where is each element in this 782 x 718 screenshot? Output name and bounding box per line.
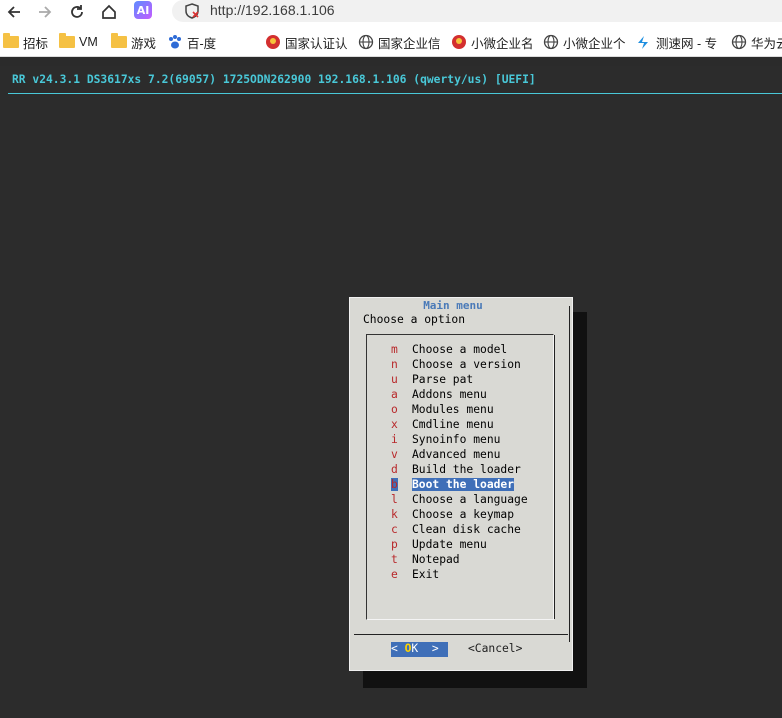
menu-item-label: Parse pat — [412, 373, 474, 386]
bookmark-label: 华为云 — [751, 36, 782, 51]
menu-item-label: Choose a keymap — [412, 508, 515, 521]
bookmark-item[interactable]: 小微企业名 — [451, 33, 534, 51]
globe-icon — [543, 34, 559, 50]
url-text[interactable]: http://192.168.1.106 — [210, 2, 335, 18]
menu-item-hotkey: m — [391, 343, 398, 356]
dialog-separator — [354, 634, 568, 635]
menu-item[interactable]: c Clean disk cache — [367, 523, 555, 538]
bookmark-item[interactable]: 国家认证认 — [265, 33, 348, 51]
folder-icon — [3, 33, 19, 50]
browser-toolbar: AI http://192.168.1.106 — [0, 0, 782, 28]
bookmark-label: 国家企业信 — [378, 36, 441, 51]
bookmark-item[interactable]: 百-度 — [167, 33, 216, 51]
menu-item-hotkey: x — [391, 418, 398, 431]
menu-item-label: Addons menu — [412, 388, 487, 401]
bookmark-item[interactable]: 国家企业信 — [358, 33, 441, 51]
bookmark-label: 百-度 — [187, 36, 217, 51]
menu-item[interactable]: a Addons menu — [367, 388, 555, 403]
emblem-icon — [265, 34, 281, 50]
bookmark-item[interactable]: 华为云 — [731, 33, 782, 51]
dialog-prompt: Choose a option — [363, 313, 466, 326]
menu-item-hotkey: o — [391, 403, 398, 416]
ok-button[interactable]: < OK > — [391, 642, 448, 657]
bookmark-item[interactable]: 游戏 — [111, 33, 156, 51]
menu-item-label: Notepad — [412, 553, 460, 566]
dialog-title: Main menu — [423, 299, 483, 312]
menu-item-hotkey: a — [391, 388, 398, 401]
menu-item[interactable]: v Advanced menu — [367, 448, 555, 463]
globe-icon — [731, 34, 747, 50]
menu-item-hotkey: p — [391, 538, 398, 551]
emblem-icon — [451, 34, 467, 50]
menu-item[interactable]: t Notepad — [367, 553, 555, 568]
menu-item-label: Update menu — [412, 538, 487, 551]
bookmarks-bar: 招标 VM 游戏 百-度 国家认证认 国家企业信 小微企业名 小微企业个 测速网… — [0, 28, 782, 57]
home-icon[interactable] — [98, 1, 120, 23]
folder-icon — [111, 33, 127, 50]
menu-item[interactable]: n Choose a version — [367, 358, 555, 373]
menu-item[interactable]: d Build the loader — [367, 463, 555, 478]
menu-item[interactable]: x Cmdline menu — [367, 418, 555, 433]
ai-assistant-icon[interactable]: AI — [134, 1, 152, 19]
bookmark-label: 小微企业名 — [471, 36, 534, 51]
cancel-button[interactable]: <Cancel> — [468, 642, 522, 655]
ok-left: < — [391, 642, 405, 655]
insecure-shield-icon[interactable] — [184, 3, 200, 24]
menu-item[interactable]: e Exit — [367, 568, 555, 583]
menu-item-label: Modules menu — [412, 403, 494, 416]
main-menu-dialog: Main menu Choose a option m Choose a mode… — [349, 297, 573, 671]
bookmark-label: VM — [79, 35, 98, 49]
menu-item-label: Advanced menu — [412, 448, 501, 461]
menu-item-hotkey: c — [391, 523, 398, 536]
menu-item[interactable]: k Choose a keymap — [367, 508, 555, 523]
menu-item-hotkey: e — [391, 568, 398, 581]
menu-item-hotkey: i — [391, 433, 398, 446]
menu-item-label: Exit — [412, 568, 440, 581]
bookmark-label: 招标 — [23, 36, 49, 51]
bookmark-label: 国家认证认 — [285, 36, 348, 51]
menu-item-label: Choose a model — [412, 343, 508, 356]
menu-item-hotkey: d — [391, 463, 398, 476]
menu-item-label: Synoinfo menu — [412, 433, 501, 446]
bookmark-item[interactable]: 小微企业个 — [543, 33, 626, 51]
menu-item-label: Clean disk cache — [412, 523, 521, 536]
bookmark-label: 小微企业个 — [563, 36, 626, 51]
terminal-header: RR v24.3.1 DS3617xs 7.2(69057) 1725ODN26… — [12, 73, 536, 86]
ok-right: > — [418, 642, 439, 655]
menu-item[interactable]: b Boot the loader — [367, 478, 555, 493]
menu-item-label: Build the loader — [412, 463, 521, 476]
menu-item[interactable]: u Parse pat — [367, 373, 555, 388]
menu-item-label: Boot the loader — [412, 478, 515, 491]
bookmark-label: 测速网 - 专 — [656, 36, 718, 51]
menu-item-label: Choose a version — [412, 358, 521, 371]
bookmark-item[interactable]: 招标 — [3, 33, 48, 51]
menu-item[interactable]: i Synoinfo menu — [367, 433, 555, 448]
menu-item-hotkey: n — [391, 358, 398, 371]
menu-list: m Choose a model n Choose a version u Parse p… — [366, 334, 555, 620]
forward-icon[interactable] — [34, 1, 56, 23]
menu-item-label: Cmdline menu — [412, 418, 494, 431]
menu-item[interactable]: l Choose a language — [367, 493, 555, 508]
menu-item-hotkey: k — [391, 508, 398, 521]
menu-item[interactable]: o Modules menu — [367, 403, 555, 418]
menu-item[interactable]: p Update menu — [367, 538, 555, 553]
menu-item-hotkey: u — [391, 373, 398, 386]
menu-item-label: Choose a language — [412, 493, 528, 506]
back-icon[interactable] — [3, 1, 25, 23]
folder-icon — [59, 33, 75, 50]
bookmark-item[interactable]: VM — [59, 33, 98, 51]
header-divider — [8, 93, 782, 94]
dialog-edge — [569, 306, 570, 642]
reload-icon[interactable] — [66, 1, 88, 23]
menu-item[interactable]: m Choose a model — [367, 343, 555, 358]
bookmark-item[interactable]: 测速网 - 专 — [636, 33, 717, 51]
bookmark-label: 游戏 — [131, 36, 157, 51]
menu-item-hotkey: l — [391, 493, 398, 506]
paw-icon — [167, 34, 183, 50]
speed-icon — [636, 34, 652, 50]
globe-icon — [358, 34, 374, 50]
menu-item-hotkey: b — [391, 478, 398, 491]
menu-item-hotkey: t — [391, 553, 398, 566]
menu-item-hotkey: v — [391, 448, 398, 461]
